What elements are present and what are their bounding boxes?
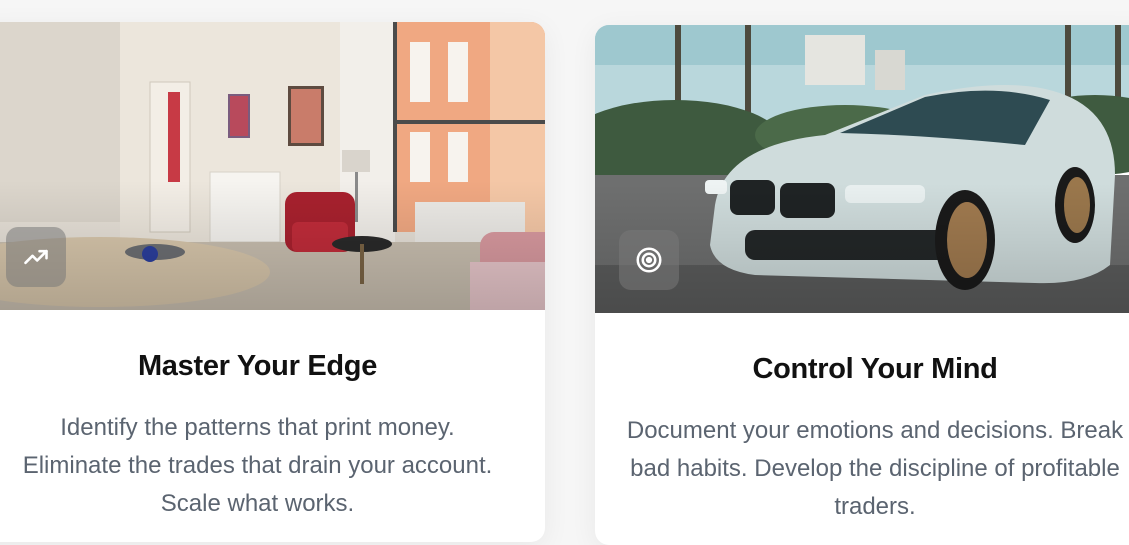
feature-card-control-mind: Control Your Mind Document your emotions… <box>595 25 1129 545</box>
trending-up-icon-badge <box>6 227 66 287</box>
living-room-photo <box>0 22 545 310</box>
trending-up-icon <box>24 249 48 265</box>
card-title: Control Your Mind <box>752 353 998 385</box>
card-title: Master Your Edge <box>137 350 378 382</box>
feature-card-master-edge: Master Your Edge Identify the patterns t… <box>0 22 545 542</box>
target-icon <box>636 247 662 273</box>
car-photo <box>595 25 1129 313</box>
target-icon-badge <box>619 230 679 290</box>
card-description: Document your emotions and decisions. Br… <box>626 417 1124 520</box>
